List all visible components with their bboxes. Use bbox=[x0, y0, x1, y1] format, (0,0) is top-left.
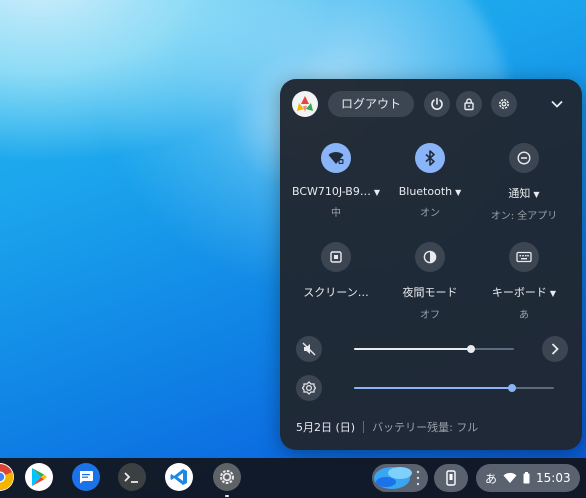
audio-settings-button[interactable] bbox=[542, 336, 568, 362]
holding-space-tray[interactable] bbox=[372, 464, 428, 492]
shelf: あ 15:03 bbox=[0, 458, 586, 498]
wifi-label: BCW710J-B9… bbox=[291, 185, 371, 198]
messages-app-icon[interactable] bbox=[72, 463, 100, 491]
night-light-toggle[interactable] bbox=[415, 242, 445, 272]
clock: 15:03 bbox=[536, 471, 571, 485]
screen-capture-toggle[interactable] bbox=[321, 242, 351, 272]
volume-row bbox=[296, 336, 568, 362]
notifications-toggle[interactable] bbox=[509, 143, 539, 173]
tile-night-light[interactable]: 夜間モード オフ bbox=[380, 242, 480, 321]
ime-indicator: あ bbox=[485, 471, 498, 486]
settings-app-icon[interactable] bbox=[213, 463, 241, 491]
running-indicator bbox=[225, 495, 229, 497]
notifications-label: 通知 bbox=[508, 187, 531, 200]
settings-button[interactable] bbox=[491, 91, 517, 117]
bluetooth-toggle[interactable] bbox=[415, 143, 445, 173]
bluetooth-label: Bluetooth bbox=[398, 185, 453, 198]
user-avatar[interactable] bbox=[292, 91, 318, 117]
night-light-label: 夜間モード bbox=[402, 286, 458, 299]
lock-button[interactable] bbox=[456, 91, 482, 117]
tile-notifications[interactable]: 通知 ▼ オン: 全アプリ bbox=[474, 143, 574, 222]
volume-slider[interactable] bbox=[354, 345, 514, 353]
brightness-slider-fill bbox=[354, 387, 512, 389]
quick-settings-top-row: ログアウト bbox=[292, 91, 570, 119]
gear-icon bbox=[220, 470, 234, 484]
volume-slider-fill bbox=[354, 348, 471, 350]
tile-wifi[interactable]: BCW710J-B9… ▼ 中 bbox=[286, 143, 386, 219]
do-not-disturb-icon bbox=[517, 151, 531, 165]
keyboard-label: キーボード bbox=[491, 286, 547, 299]
night-light-sublabel: オフ bbox=[420, 310, 440, 321]
quick-settings-panel: ログアウト BCW710J-B9… ▼ 中 Bluetooth ▼ オン 通知 … bbox=[280, 79, 582, 450]
battery-label: バッテリー残量: フル bbox=[372, 421, 479, 434]
caret-down-icon[interactable]: ▼ bbox=[533, 190, 539, 199]
status-footer: 5月2日 (日) バッテリー残量: フル bbox=[296, 419, 478, 435]
brightness-slider-thumb[interactable] bbox=[508, 384, 516, 392]
volume-muted-icon bbox=[302, 342, 316, 356]
screen-capture-icon bbox=[330, 251, 342, 263]
wifi-icon bbox=[503, 472, 517, 483]
wifi-icon bbox=[328, 152, 344, 164]
power-icon bbox=[431, 97, 443, 110]
keyboard-icon bbox=[516, 251, 532, 263]
tile-bluetooth[interactable]: Bluetooth ▼ オン bbox=[380, 143, 480, 219]
bluetooth-icon bbox=[425, 150, 435, 166]
screen-capture-label: スクリーン… bbox=[303, 286, 369, 299]
tile-keyboard[interactable]: キーボード ▼ あ bbox=[474, 242, 574, 321]
caret-down-icon[interactable]: ▼ bbox=[455, 188, 461, 197]
volume-mute-button[interactable] bbox=[296, 336, 322, 362]
wifi-sublabel: 中 bbox=[331, 208, 341, 219]
date-label[interactable]: 5月2日 (日) bbox=[296, 421, 355, 434]
vscode-app-icon[interactable] bbox=[165, 463, 193, 491]
keyboard-sublabel: あ bbox=[519, 310, 529, 321]
chevron-down-icon bbox=[551, 100, 563, 108]
volume-slider-thumb[interactable] bbox=[467, 345, 475, 353]
keyboard-toggle[interactable] bbox=[509, 242, 539, 272]
battery-icon bbox=[523, 472, 530, 484]
wifi-toggle[interactable] bbox=[321, 143, 351, 173]
footer-divider bbox=[363, 421, 365, 433]
terminal-app-icon[interactable] bbox=[118, 463, 146, 491]
logout-button[interactable]: ログアウト bbox=[328, 91, 414, 117]
night-light-icon bbox=[423, 250, 437, 264]
phone-hub-button[interactable] bbox=[434, 464, 468, 492]
gear-icon bbox=[499, 99, 509, 109]
play-store-app-icon[interactable] bbox=[25, 463, 53, 491]
collapse-button[interactable] bbox=[548, 95, 566, 113]
phone-icon bbox=[446, 470, 456, 486]
status-area[interactable]: あ 15:03 bbox=[476, 464, 580, 492]
brightness-icon bbox=[302, 381, 316, 395]
caret-down-icon[interactable]: ▼ bbox=[550, 289, 556, 298]
tile-screen-capture[interactable]: スクリーン… bbox=[286, 242, 386, 300]
power-button[interactable] bbox=[424, 91, 450, 117]
chrome-app-icon[interactable] bbox=[0, 463, 14, 491]
notifications-sublabel: オン: 全アプリ bbox=[490, 211, 558, 222]
chevron-right-icon bbox=[551, 343, 559, 355]
bluetooth-sublabel: オン bbox=[420, 208, 440, 219]
brightness-slider[interactable] bbox=[354, 384, 554, 392]
lock-icon bbox=[464, 98, 474, 111]
brightness-row bbox=[296, 375, 568, 401]
brightness-button[interactable] bbox=[296, 375, 322, 401]
